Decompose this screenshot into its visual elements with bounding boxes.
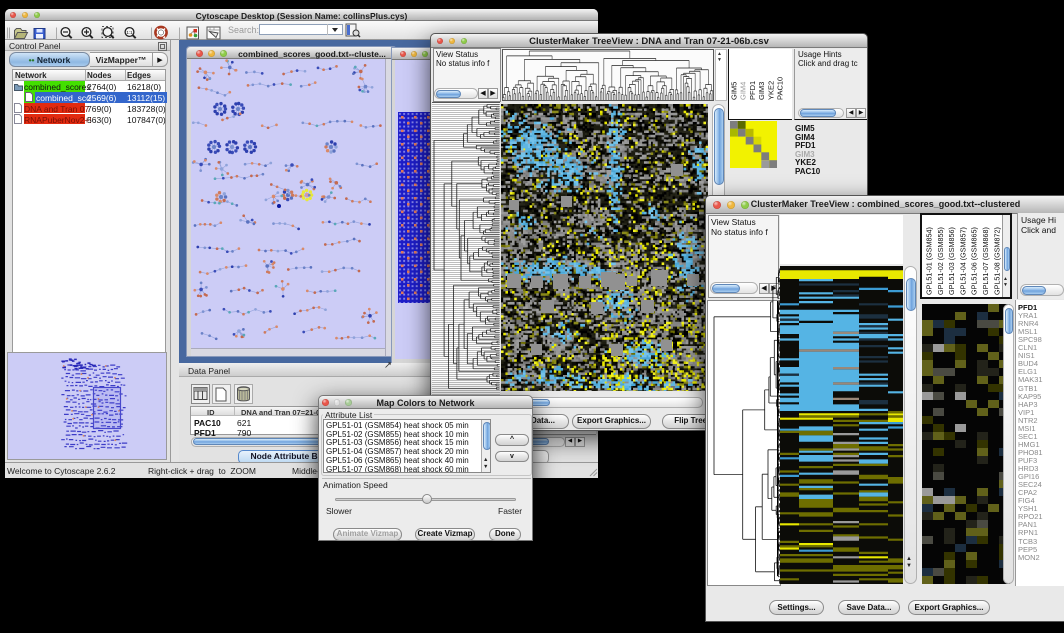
svg-text:GPL51-08 (GSM872): GPL51-08 (GSM872) (992, 227, 1001, 295)
svg-text:GPL51-06 (GSM865): GPL51-06 (GSM865) (970, 227, 979, 295)
svg-text:PFD1: PFD1 (748, 81, 757, 100)
svg-text:GIM4: GIM4 (739, 82, 748, 100)
svg-text:GIM5: GIM5 (730, 82, 739, 100)
svg-text:GPL51-07 (GSM868): GPL51-07 (GSM868) (981, 227, 990, 295)
svg-text:GIM3: GIM3 (757, 82, 766, 100)
svg-text:GPL51-04 (GSM857): GPL51-04 (GSM857) (958, 227, 967, 295)
svg-text:GPL51-02 (GSM855): GPL51-02 (GSM855) (936, 227, 945, 295)
svg-text:PAC10: PAC10 (776, 77, 785, 100)
svg-text:YKE2: YKE2 (766, 81, 775, 100)
svg-text:1:1: 1:1 (126, 30, 133, 35)
svg-text:GPL51-01 (GSM854): GPL51-01 (GSM854) (925, 227, 934, 295)
svg-text:GPL51-03 (GSM856): GPL51-03 (GSM856) (947, 227, 956, 295)
svg-text:Search:: Search: (228, 25, 259, 35)
